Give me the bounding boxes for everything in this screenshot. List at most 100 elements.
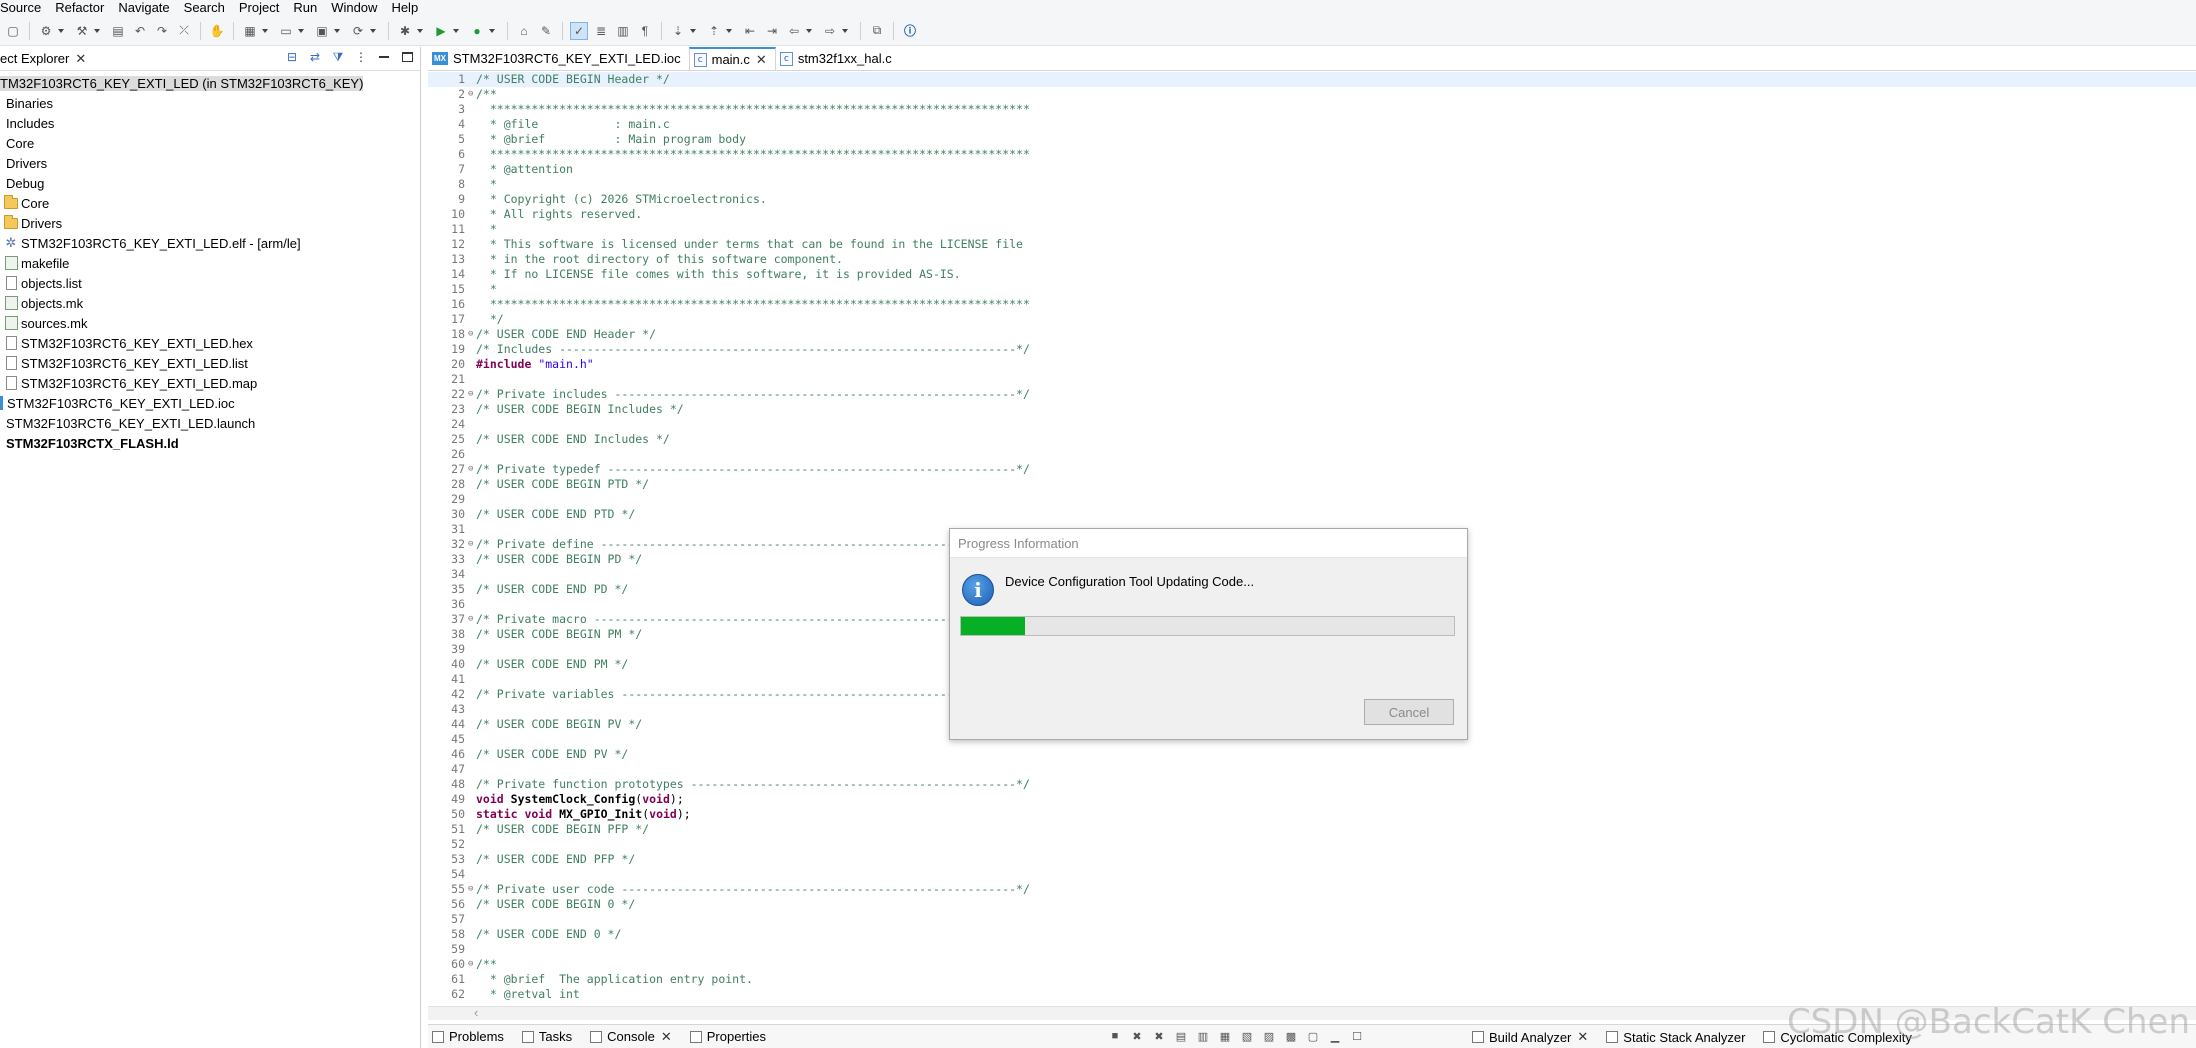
fold-toggle-icon[interactable]: ⊖ — [468, 87, 476, 102]
next-annotation-icon[interactable]: ⇣ — [669, 22, 687, 40]
menu-run[interactable]: Run — [293, 0, 323, 16]
maximize-icon[interactable] — [400, 50, 414, 64]
tree-item[interactable]: Debug — [0, 173, 420, 193]
menu-source[interactable]: Source — [0, 0, 47, 16]
block-selection-icon[interactable]: ▥ — [614, 22, 632, 40]
show-whitespace-icon[interactable]: ¶ — [636, 22, 654, 40]
minimize-icon[interactable]: ▁ — [1328, 1029, 1342, 1043]
scroll-lock-icon[interactable]: ▥ — [1196, 1029, 1210, 1043]
new-folder-icon[interactable]: ▭ — [277, 22, 295, 40]
menu-window[interactable]: Window — [331, 0, 383, 16]
open-type-icon[interactable]: ⌂ — [515, 22, 533, 40]
maximize-icon[interactable]: ☐ — [1350, 1029, 1364, 1043]
tree-item[interactable]: objects.mk — [0, 293, 420, 313]
build-hammer-icon[interactable]: ⚒ — [73, 22, 91, 40]
tab-main-c[interactable]: c main.c ✕ — [688, 47, 776, 70]
dropdown-arrow-icon[interactable] — [261, 22, 269, 40]
fold-toggle-icon[interactable]: ⊖ — [468, 537, 476, 552]
mark-occurrences-icon[interactable]: ✓ — [570, 21, 588, 40]
device-configuration-icon[interactable]: ✋ — [208, 22, 226, 40]
dropdown-arrow-icon[interactable] — [452, 22, 460, 40]
build-all-icon[interactable]: ▤ — [109, 22, 127, 40]
tree-item[interactable]: STM32F103RCT6_KEY_EXTI_LED.launch — [0, 413, 420, 433]
tree-item[interactable]: Core — [0, 133, 420, 153]
redo-icon[interactable]: ↷ — [153, 22, 171, 40]
tree-item[interactable]: TM32F103RCT6_KEY_EXTI_LED (in STM32F103R… — [0, 73, 420, 93]
cancel-button[interactable]: Cancel — [1364, 699, 1454, 725]
pin-console-icon[interactable]: ▧ — [1240, 1029, 1254, 1043]
tab-ioc-file[interactable]: MX STM32F103RCT6_KEY_EXTI_LED.ioc — [428, 47, 689, 70]
dropdown-arrow-icon[interactable] — [333, 22, 341, 40]
tab-problems[interactable]: Problems — [428, 1029, 504, 1044]
new-icon[interactable]: ▢ — [4, 22, 22, 40]
dropdown-arrow-icon[interactable] — [297, 22, 305, 40]
back-icon[interactable]: ⇦ — [785, 22, 803, 40]
fold-toggle-icon[interactable]: ⊖ — [468, 462, 476, 477]
menu-search[interactable]: Search — [184, 0, 231, 16]
dropdown-arrow-icon[interactable] — [57, 22, 65, 40]
tree-item[interactable]: STM32F103RCTX_FLASH.ld — [0, 433, 420, 453]
menu-refactor[interactable]: Refactor — [55, 0, 110, 16]
run-icon[interactable]: ▶ — [432, 22, 450, 40]
info-perspective-icon[interactable]: ⓘ — [901, 22, 919, 40]
clear-console-icon[interactable]: ▤ — [1174, 1029, 1188, 1043]
tree-item[interactable]: sources.mk — [0, 313, 420, 333]
dropdown-arrow-icon[interactable] — [725, 22, 733, 40]
dropdown-arrow-icon[interactable] — [841, 22, 849, 40]
dropdown-arrow-icon[interactable] — [369, 22, 377, 40]
minimize-icon[interactable] — [377, 50, 391, 64]
view-menu-icon[interactable]: ⋮ — [354, 50, 368, 64]
tab-tasks[interactable]: Tasks — [518, 1029, 572, 1044]
refresh-icon[interactable]: ⟳ — [349, 22, 367, 40]
tree-item[interactable]: objects.list — [0, 273, 420, 293]
fold-toggle-icon[interactable]: ⊖ — [468, 882, 476, 897]
new-project-icon[interactable]: ▦ — [241, 22, 259, 40]
tree-item[interactable]: Core — [0, 193, 420, 213]
remove-launch-icon[interactable]: ✖ — [1130, 1029, 1144, 1043]
open-perspective-icon[interactable]: ⧉ — [868, 22, 886, 40]
close-icon[interactable]: ✕ — [1577, 1029, 1588, 1045]
fold-toggle-icon[interactable]: ⊖ — [468, 957, 476, 972]
dialog-title[interactable]: Progress Information — [950, 529, 1467, 558]
manage-configurations-icon[interactable]: ⚙ — [37, 22, 55, 40]
menu-help[interactable]: Help — [391, 0, 424, 16]
tree-item[interactable]: Binaries — [0, 93, 420, 113]
tab-static-stack-analyzer[interactable]: Static Stack Analyzer — [1602, 1030, 1745, 1045]
display-console-icon[interactable]: ▢ — [1306, 1029, 1320, 1043]
tree-item[interactable]: STM32F103RCT6_KEY_EXTI_LED.hex — [0, 333, 420, 353]
word-wrap-icon[interactable]: ▦ — [1218, 1029, 1232, 1043]
dropdown-arrow-icon[interactable] — [416, 22, 424, 40]
link-with-editor-icon[interactable]: ⇄ — [308, 50, 322, 64]
fold-toggle-icon[interactable]: ⊖ — [468, 612, 476, 627]
tree-item[interactable]: Drivers — [0, 213, 420, 233]
terminate-icon[interactable]: ■ — [1108, 1029, 1122, 1043]
tree-item[interactable]: makefile — [0, 253, 420, 273]
tab-project-explorer[interactable]: ect Explorer ✕ — [0, 47, 92, 71]
dropdown-arrow-icon[interactable] — [488, 22, 496, 40]
collapse-all-icon[interactable]: ⊟ — [285, 50, 299, 64]
forward-edit-icon[interactable]: ⇥ — [763, 22, 781, 40]
toggle-word-wrap-icon[interactable]: ≣ — [592, 22, 610, 40]
close-icon[interactable]: ✕ — [756, 52, 767, 68]
forward-icon[interactable]: ⇨ — [821, 22, 839, 40]
fold-toggle-icon[interactable]: ⊖ — [468, 327, 476, 342]
tab-build-analyzer[interactable]: Build Analyzer ✕ — [1468, 1029, 1588, 1045]
remove-all-icon[interactable]: ✖ — [1152, 1029, 1166, 1043]
external-tools-icon[interactable]: ● — [468, 22, 486, 40]
dropdown-arrow-icon[interactable] — [93, 22, 101, 40]
tree-item[interactable]: Drivers — [0, 153, 420, 173]
close-icon[interactable]: ✕ — [75, 51, 86, 67]
menu-navigate[interactable]: Navigate — [118, 0, 175, 16]
filter-icon[interactable]: ⧩ — [331, 50, 345, 64]
tab-hal-c[interactable]: c stm32f1xx_hal.c — [776, 47, 900, 70]
last-edit-location-icon[interactable]: ⇤ — [741, 22, 759, 40]
undo-icon[interactable]: ↶ — [131, 22, 149, 40]
tab-console[interactable]: Console ✕ — [586, 1029, 672, 1045]
open-console-icon[interactable]: ▩ — [1284, 1029, 1298, 1043]
tree-item[interactable]: Includes — [0, 113, 420, 133]
tree-item[interactable]: ✲ STM32F103RCT6_KEY_EXTI_LED.elf - [arm/l… — [0, 233, 420, 253]
close-icon[interactable]: ✕ — [661, 1029, 672, 1045]
dropdown-arrow-icon[interactable] — [689, 22, 697, 40]
skip-breakpoints-icon[interactable]: ⤫ — [175, 22, 193, 40]
show-when-output-icon[interactable]: ▨ — [1262, 1029, 1276, 1043]
